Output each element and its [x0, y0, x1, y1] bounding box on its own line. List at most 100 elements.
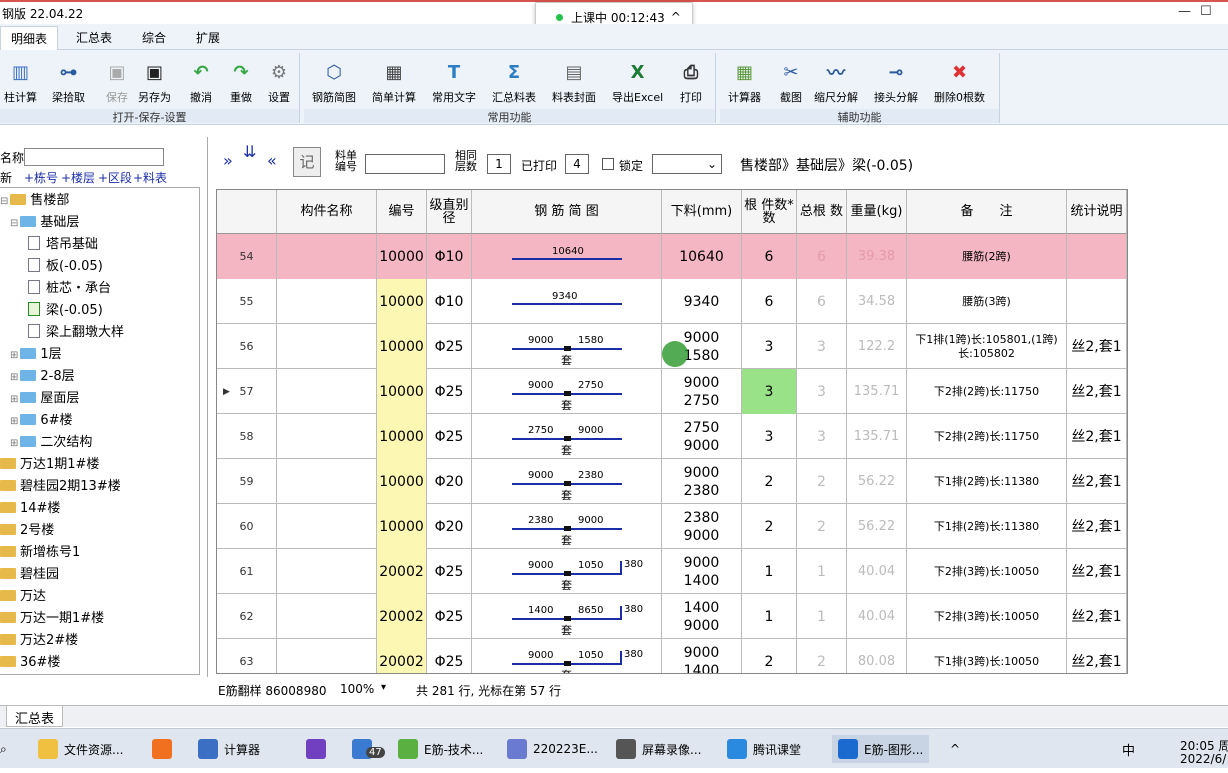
filter-section[interactable]: +区段: [98, 169, 132, 186]
rebar-sketch[interactable]: 9340: [472, 279, 662, 324]
tree-item[interactable]: ⊞ 二次结构: [10, 433, 92, 453]
weight-cell[interactable]: 135.71: [847, 414, 907, 459]
weight-cell[interactable]: 135.71: [847, 369, 907, 414]
table-row[interactable]: ▶ 57 10000 Φ25 9000 2750 套 9000 2750 3 3 135.71 下2排(…: [217, 369, 1127, 414]
taskbar-badge-app[interactable]: 47: [352, 735, 385, 763]
collapse-icon[interactable]: ⊟: [0, 196, 8, 207]
row-number[interactable]: 54: [217, 234, 277, 279]
code-cell[interactable]: 20002: [377, 549, 427, 594]
rebar-sketch[interactable]: 10640: [472, 234, 662, 279]
filter-new[interactable]: 新: [0, 169, 12, 186]
code-cell[interactable]: 10000: [377, 279, 427, 324]
note-cell[interactable]: 腰筋(2跨): [907, 234, 1067, 279]
note-cell[interactable]: 下1排(1跨)长:105801,(1跨)长:105802: [907, 324, 1067, 369]
component-name[interactable]: [277, 459, 377, 504]
count-cell[interactable]: 6: [742, 234, 797, 279]
column-header[interactable]: 总根 数: [797, 190, 847, 234]
lock-checkbox[interactable]: [602, 158, 614, 170]
column-calc-button[interactable]: ▥ 柱计算: [4, 57, 37, 105]
note-cell[interactable]: 下1排(2跨)长:11380: [907, 504, 1067, 549]
total-count[interactable]: 6: [797, 234, 847, 279]
cut-length[interactable]: 9000 1400: [662, 549, 742, 594]
row-number[interactable]: ▶ 57: [217, 369, 277, 414]
cut-length[interactable]: 9000 2380: [662, 459, 742, 504]
weight-cell[interactable]: 40.04: [847, 549, 907, 594]
table-row[interactable]: 6320002Φ2590001050套380900014002280.08下1排…: [217, 639, 1127, 673]
search-icon[interactable]: ⌕: [0, 735, 7, 763]
stat-cell[interactable]: 丝2,套1: [1067, 594, 1127, 639]
tree-item[interactable]: ⊟ 基础层: [10, 213, 79, 233]
delete-zero-button[interactable]: ✖ 删除0根数: [934, 57, 985, 105]
count-cell[interactable]: 2: [742, 639, 797, 673]
expand-icon[interactable]: ⊞: [10, 372, 18, 383]
total-count[interactable]: 2: [797, 459, 847, 504]
collapse-icon[interactable]: ⊟: [10, 218, 18, 229]
tree-item[interactable]: 板(-0.05): [28, 257, 103, 277]
expand-icon[interactable]: ⊞: [10, 394, 18, 405]
ime-indicator[interactable]: 中: [1122, 735, 1135, 763]
table-row[interactable]: 61 20002 Φ25 9000 1050 套 380 9000 1400 1 1 40.04 下2排…: [217, 549, 1127, 594]
tree-item[interactable]: 桩芯・承台: [28, 279, 111, 299]
row-number[interactable]: 61: [217, 549, 277, 594]
tree-item[interactable]: 2号楼: [0, 521, 54, 541]
filter-table[interactable]: +料表: [133, 169, 167, 186]
redo-button[interactable]: ↷ 重做: [226, 57, 256, 105]
total-count[interactable]: 1: [797, 594, 847, 639]
taskbar-calculator[interactable]: 计算器: [198, 735, 260, 763]
stat-cell[interactable]: 丝2,套1: [1067, 549, 1127, 594]
code-cell[interactable]: 10000: [377, 234, 427, 279]
stat-cell[interactable]: 丝2,套1: [1067, 369, 1127, 414]
grade-cell[interactable]: Φ20: [427, 504, 472, 549]
count-cell[interactable]: 3: [742, 324, 797, 369]
maximize-button[interactable]: ☐: [1200, 4, 1212, 19]
tab-general[interactable]: 综合: [132, 28, 176, 47]
weight-cell[interactable]: 56.22: [847, 459, 907, 504]
row-number[interactable]: 59: [217, 459, 277, 504]
tree-item[interactable]: 36#楼: [0, 653, 60, 673]
collapse-left-button[interactable]: «: [267, 151, 277, 170]
column-header[interactable]: 重量(kg): [847, 190, 907, 234]
tree-item[interactable]: 万达2#楼: [0, 631, 78, 651]
code-cell[interactable]: 10000: [377, 459, 427, 504]
total-count[interactable]: 3: [797, 414, 847, 459]
print-button[interactable]: ⎙ 打印: [676, 57, 706, 105]
rebar-sketch[interactable]: 9000 1050 套 380: [472, 639, 662, 673]
undo-button[interactable]: ↶ 撤消: [186, 57, 216, 105]
taskbar-app-orange[interactable]: [152, 735, 178, 763]
rebar-sketch[interactable]: 9000 2750 套: [472, 369, 662, 414]
note-cell[interactable]: 腰筋(3跨): [907, 279, 1067, 324]
total-count[interactable]: 2: [797, 639, 847, 673]
row-number[interactable]: 58: [217, 414, 277, 459]
component-name[interactable]: [277, 504, 377, 549]
note-cell[interactable]: 下2排(2跨)长:11750: [907, 414, 1067, 459]
scale-split-button[interactable]: 〰缩尺分解: [814, 57, 858, 105]
filter-building[interactable]: +栋号: [24, 169, 58, 186]
summary-table-button[interactable]: Σ 汇总料表: [492, 57, 536, 105]
tree-item[interactable]: 14#楼: [0, 499, 60, 519]
row-number[interactable]: 56: [217, 324, 277, 369]
code-cell[interactable]: 10000: [377, 414, 427, 459]
row-number[interactable]: 63: [217, 639, 277, 673]
tree-item[interactable]: 万达一期1#楼: [0, 609, 104, 629]
component-name[interactable]: [277, 594, 377, 639]
tree-item[interactable]: 塔吊基础: [28, 235, 98, 255]
cut-length[interactable]: 9340: [662, 279, 742, 324]
note-cell[interactable]: 下1排(2跨)长:11380: [907, 459, 1067, 504]
tree-item[interactable]: 万达1期1#楼: [0, 455, 99, 475]
cut-length[interactable]: 2380 9000: [662, 504, 742, 549]
column-header[interactable]: 根 件数*数: [742, 190, 797, 234]
grade-cell[interactable]: Φ25: [427, 369, 472, 414]
weight-cell[interactable]: 56.22: [847, 504, 907, 549]
component-name[interactable]: [277, 414, 377, 459]
expand-icon[interactable]: ⊞: [10, 350, 18, 361]
grade-cell[interactable]: Φ25: [427, 414, 472, 459]
component-name[interactable]: [277, 234, 377, 279]
note-cell[interactable]: 下2排(3跨)长:10050: [907, 594, 1067, 639]
table-cover-button[interactable]: ▤ 料表封面: [552, 57, 596, 105]
tree-item[interactable]: ⊞ 屋面层: [10, 389, 79, 409]
expand-right-button[interactable]: »: [223, 151, 233, 170]
taskbar-tencent-class[interactable]: 腾讯课堂: [727, 735, 801, 763]
minimize-button[interactable]: —: [1178, 4, 1191, 19]
tab-extend[interactable]: 扩展: [186, 28, 230, 47]
cut-length[interactable]: 1400 9000: [662, 594, 742, 639]
